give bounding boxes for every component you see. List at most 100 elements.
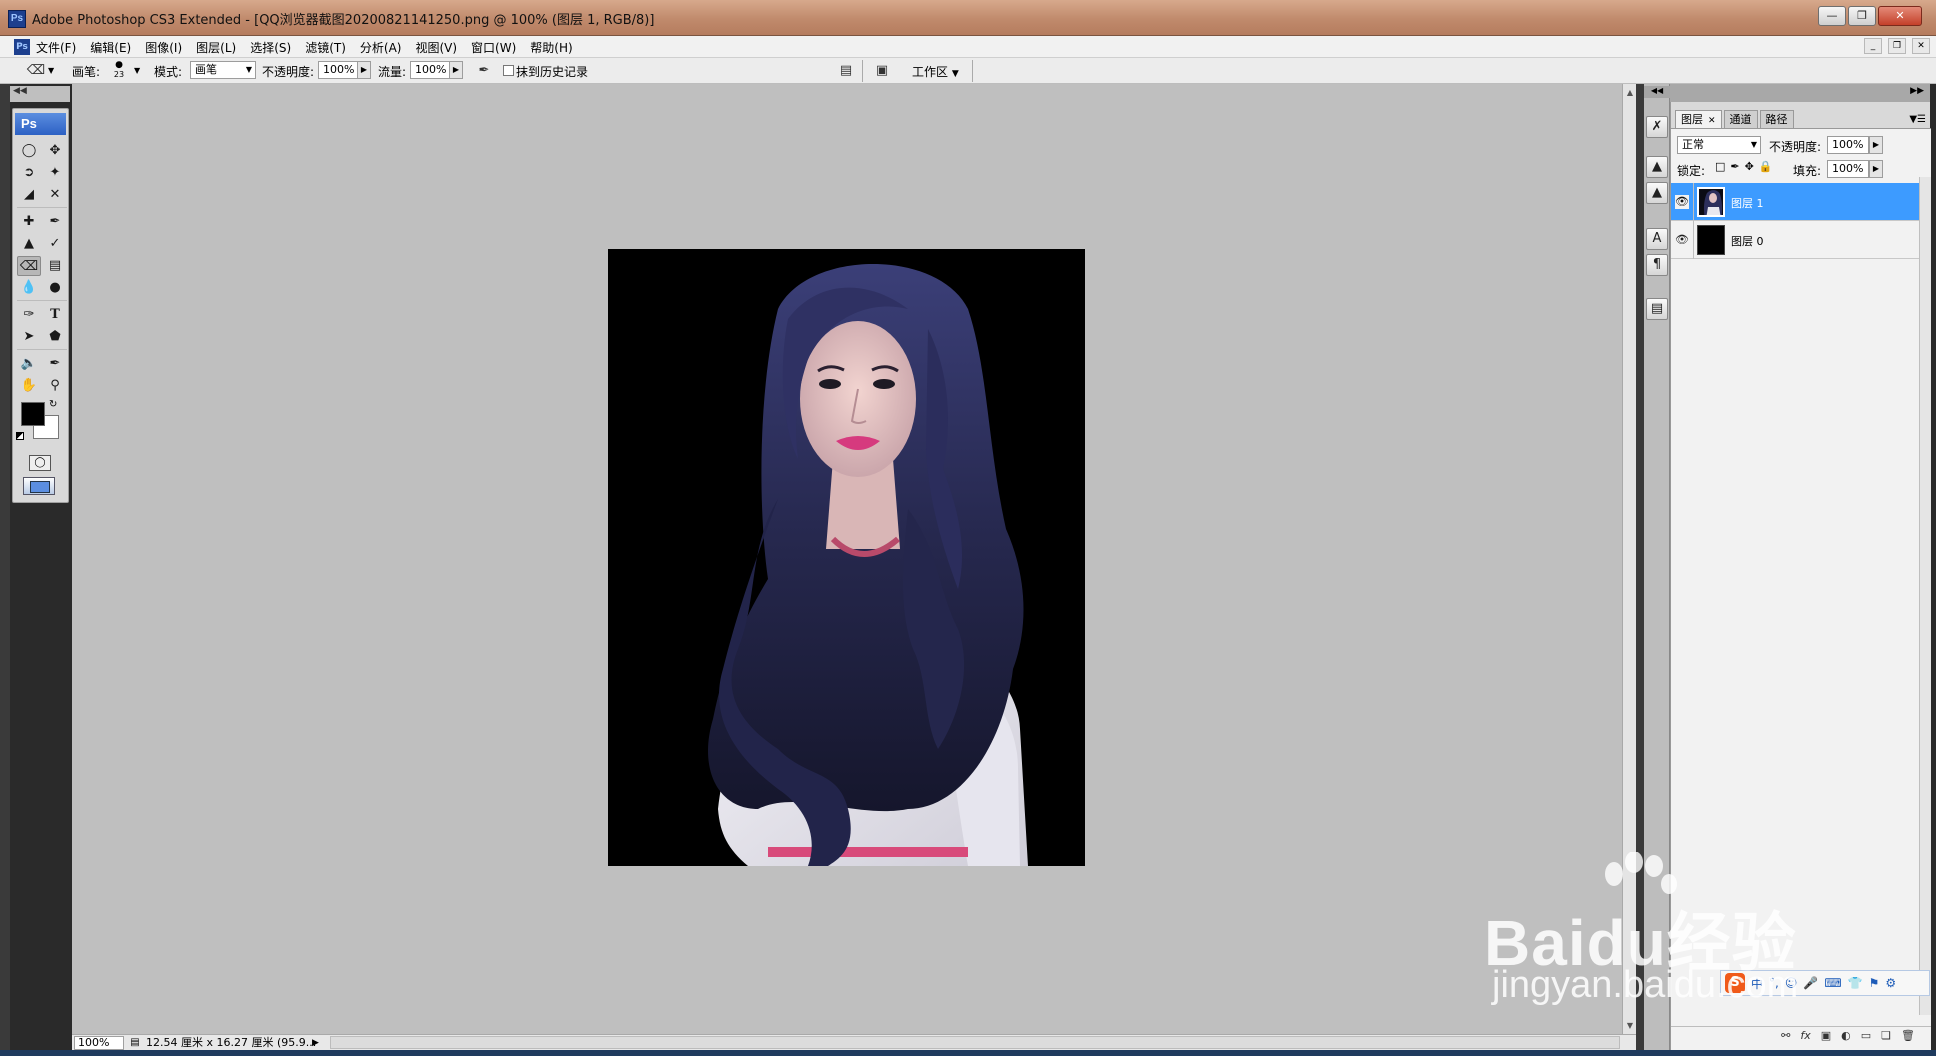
path-selection-tool-icon[interactable]: ➤ (17, 327, 41, 347)
sogou-logo[interactable]: S (1725, 973, 1745, 993)
brush-picker[interactable]: ● 23 (112, 60, 126, 80)
pen-tool-icon[interactable]: ✑ (17, 305, 41, 325)
notes-tool-icon[interactable]: 🔈 (17, 354, 41, 374)
ime-voice-icon[interactable]: 🎤 (1803, 976, 1818, 990)
character-icon[interactable]: A (1646, 228, 1668, 250)
lock-transparency-icon[interactable]: □ (1715, 160, 1725, 173)
healing-brush-tool-icon[interactable]: ✚ (17, 212, 41, 232)
ime-punctuation[interactable]: °, (1769, 976, 1779, 990)
eye-icon[interactable]: 👁 (1675, 233, 1689, 247)
menu-file[interactable]: 文件(F) (36, 39, 76, 56)
ime-mode[interactable]: 中 (1751, 975, 1763, 992)
default-colors-icon[interactable] (16, 432, 24, 440)
quick-mask-icon[interactable]: ◯ (29, 455, 51, 471)
zoom-field[interactable]: 100% (74, 1036, 124, 1050)
panel-menu-icon[interactable]: ▼☰ (1909, 114, 1926, 125)
doc-restore-icon[interactable]: ❐ (1888, 38, 1906, 54)
canvas-vertical-scrollbar[interactable]: ▲ ▼ (1622, 84, 1636, 1034)
tab-channels[interactable]: 通道 (1723, 110, 1758, 128)
layer-row[interactable]: 👁 图层 1 (1671, 183, 1931, 221)
clone-source-icon[interactable]: ▲ (1646, 156, 1668, 178)
document-menu-icon[interactable]: Ps (14, 39, 30, 55)
hand-tool-icon[interactable]: ✋ (17, 376, 41, 396)
new-layer-icon[interactable]: ❏ (1881, 1029, 1891, 1042)
marquee-tool-icon[interactable]: ◯ (17, 141, 41, 161)
preset-arrow-icon[interactable]: ▼ (48, 66, 54, 75)
lasso-tool-icon[interactable]: ➲ (17, 163, 41, 183)
palette-well-icon[interactable]: ▤ (836, 61, 856, 81)
layers-scrollbar[interactable] (1919, 177, 1931, 1015)
menu-filter[interactable]: 滤镜(T) (305, 39, 346, 56)
lock-all-icon[interactable]: 🔒 (1759, 160, 1773, 173)
ime-flag-icon[interactable]: ⚑ (1869, 976, 1880, 990)
dodge-tool-icon[interactable]: ● (43, 278, 67, 298)
ime-skin-icon[interactable]: 👕 (1848, 976, 1863, 990)
blend-mode-select[interactable]: 正常 ▼ (1677, 136, 1761, 154)
scroll-down-icon[interactable]: ▼ (1625, 1021, 1635, 1030)
tab-layers[interactable]: 图层 ✕ (1675, 110, 1722, 128)
close-icon[interactable]: ✕ (1708, 116, 1716, 126)
delete-layer-icon[interactable]: 🗑 (1901, 1029, 1915, 1042)
opacity-field[interactable]: 100% (318, 61, 358, 79)
eraser-tool-icon[interactable]: ⌫ (17, 256, 41, 276)
move-tool-icon[interactable]: ✥ (43, 141, 67, 161)
opacity-slider-icon[interactable]: ▶ (357, 61, 371, 79)
navigator-icon[interactable]: ▤ (1646, 298, 1668, 320)
workspace-menu[interactable]: 工作区 ▼ (912, 63, 959, 80)
layer-mask-icon[interactable]: ▣ (1821, 1029, 1831, 1042)
ime-emoji-icon[interactable]: ☺ (1785, 976, 1798, 990)
brush-tool-icon[interactable]: ✒ (43, 212, 67, 232)
menu-select[interactable]: 选择(S) (250, 39, 291, 56)
menu-help[interactable]: 帮助(H) (530, 39, 572, 56)
photoshop-app-icon[interactable]: Ps (8, 10, 26, 28)
menu-view[interactable]: 视图(V) (415, 39, 457, 56)
minimize-icon[interactable]: — (1818, 6, 1846, 26)
eyedropper-tool-icon[interactable]: ✒ (43, 354, 67, 374)
magic-wand-tool-icon[interactable]: ✦ (43, 163, 67, 183)
ime-settings-icon[interactable]: ⚙ (1885, 976, 1896, 990)
layer-opacity-field[interactable]: 100% (1827, 136, 1869, 154)
tool-presets-icon[interactable]: ✗ (1646, 116, 1668, 138)
erase-history-checkbox[interactable] (503, 65, 514, 76)
airbrush-icon[interactable]: ✒ (474, 61, 494, 81)
ime-keyboard-icon[interactable]: ⌨ (1824, 976, 1841, 990)
screen-mode-icon[interactable] (23, 477, 55, 495)
menu-image[interactable]: 图像(I) (145, 39, 182, 56)
layer-row[interactable]: 👁 图层 0 (1671, 221, 1931, 259)
eye-icon[interactable]: 👁 (1675, 195, 1689, 209)
close-icon[interactable]: ✕ (1878, 6, 1922, 26)
brushes-icon[interactable]: ▲ (1646, 182, 1668, 204)
dock-collapse-icon[interactable]: ▶▶ (1910, 86, 1924, 96)
crop-tool-icon[interactable]: ◢ (17, 185, 41, 205)
link-layers-icon[interactable]: ⚯ (1781, 1029, 1790, 1042)
layer-opacity-slider-icon[interactable]: ▶ (1869, 136, 1883, 154)
gradient-tool-icon[interactable]: ▤ (43, 256, 67, 276)
zoom-tool-icon[interactable]: ⚲ (43, 376, 67, 396)
new-group-icon[interactable]: ▭ (1861, 1029, 1871, 1042)
fill-slider-icon[interactable]: ▶ (1869, 160, 1883, 178)
history-brush-tool-icon[interactable]: ✓ (43, 234, 67, 254)
fill-field[interactable]: 100% (1827, 160, 1869, 178)
menu-window[interactable]: 窗口(W) (471, 39, 516, 56)
doc-close-icon[interactable]: ✕ (1912, 38, 1930, 54)
status-menu-arrow-icon[interactable]: ▶ (312, 1036, 319, 1050)
status-info-icon[interactable]: ▤ (128, 1036, 142, 1050)
layer-style-icon[interactable]: fx (1800, 1029, 1810, 1042)
scroll-up-icon[interactable]: ▲ (1625, 88, 1635, 97)
flow-field[interactable]: 100% (410, 61, 450, 79)
paragraph-icon[interactable]: ¶ (1646, 254, 1668, 276)
maximize-icon[interactable]: ❐ (1848, 6, 1876, 26)
foreground-color-swatch[interactable] (21, 402, 45, 426)
brush-picker-arrow-icon[interactable]: ▼ (134, 66, 140, 75)
shape-tool-icon[interactable]: ⬟ (43, 327, 67, 347)
mode-select[interactable]: 画笔 ▼ (190, 61, 256, 79)
eraser-preset-icon[interactable]: ⌫ (26, 61, 46, 81)
clone-stamp-tool-icon[interactable]: ▲ (17, 234, 41, 254)
type-tool-icon[interactable]: T (43, 305, 67, 325)
lock-pixels-icon[interactable]: ✒ (1730, 160, 1739, 173)
adjustment-layer-icon[interactable]: ◐ (1841, 1029, 1851, 1042)
document-image[interactable] (608, 249, 1085, 866)
canvas-horizontal-scrollbar[interactable] (330, 1036, 1620, 1049)
dock-expand-icon[interactable]: ◀◀ (1644, 86, 1670, 98)
blur-tool-icon[interactable]: 💧 (17, 278, 41, 298)
